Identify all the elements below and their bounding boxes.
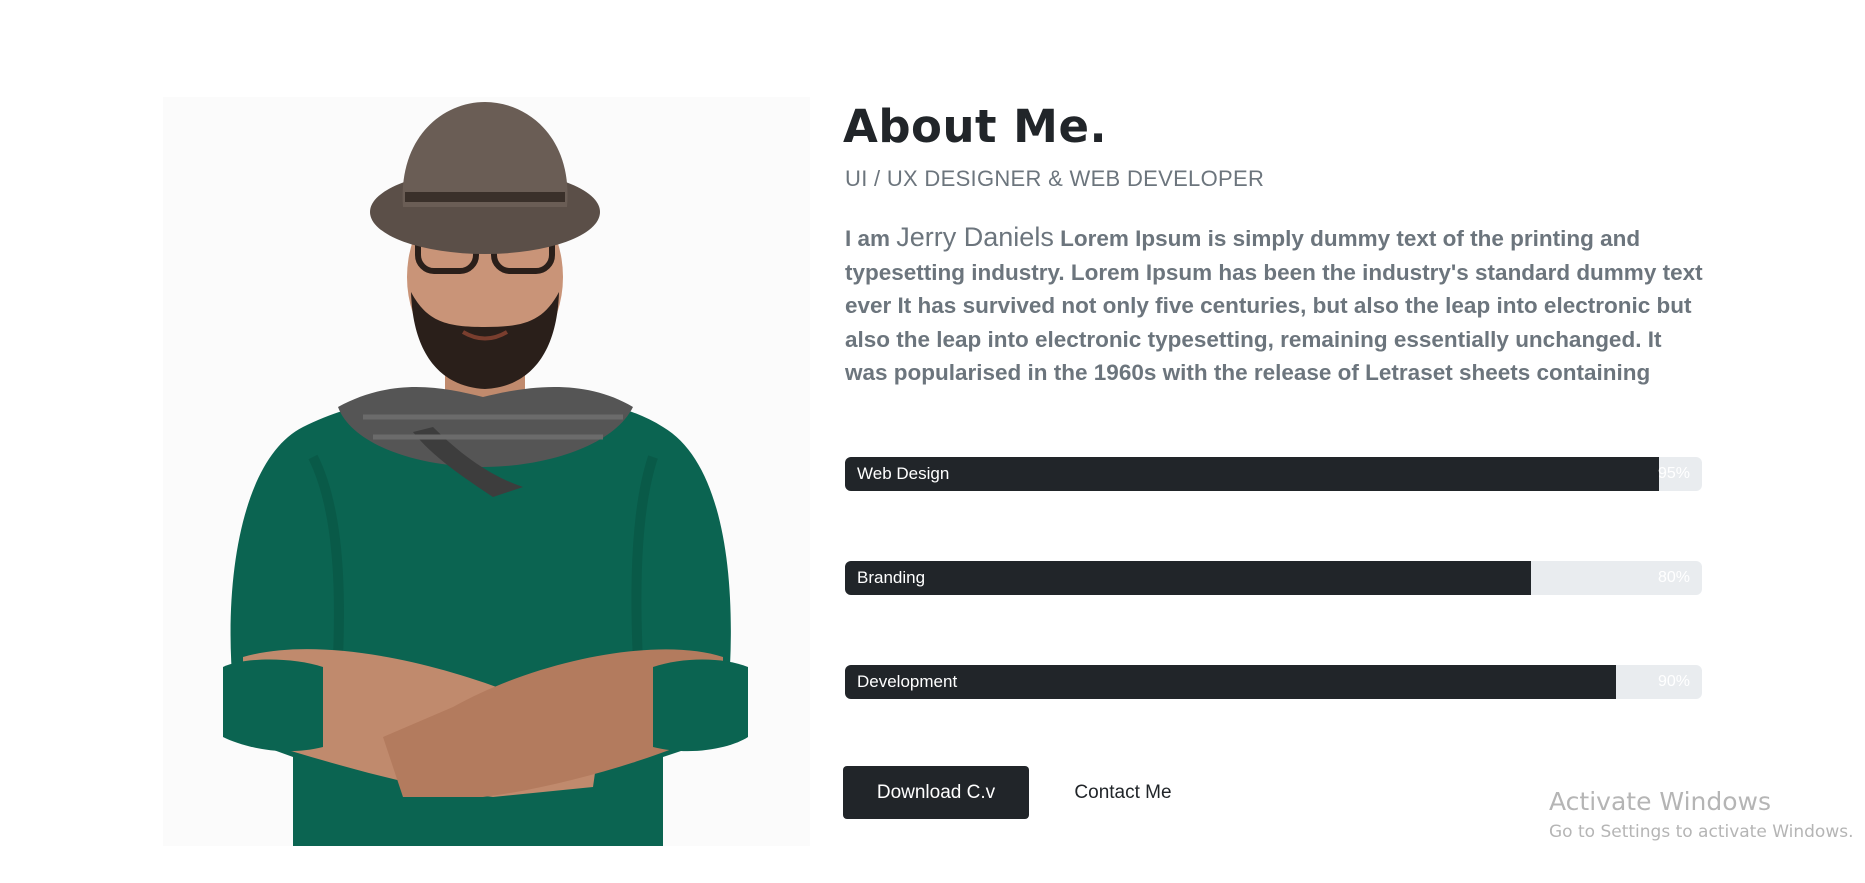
- profile-photo: [163, 97, 810, 846]
- activate-windows-title: Activate Windows: [1549, 787, 1771, 816]
- bio-paragraph: I am Jerry Daniels Lorem Ipsum is simply…: [845, 221, 1705, 390]
- skill-fill-development: [845, 665, 1617, 699]
- page-title: About Me.: [843, 100, 1108, 153]
- subtitle: UI / UX DESIGNER & WEB DEVELOPER: [845, 166, 1265, 191]
- download-cv-button[interactable]: Download C.v: [843, 766, 1029, 819]
- skill-bar-development: Development 90%: [845, 665, 1702, 699]
- man-with-hat-illustration: [223, 102, 748, 846]
- bio-prefix: I am: [845, 226, 897, 251]
- skill-percent: 80%: [1657, 569, 1690, 586]
- skill-bar-branding: Branding 80%: [845, 561, 1702, 595]
- bio-name: Jerry Daniels: [896, 222, 1054, 252]
- skill-label: Branding: [857, 568, 926, 587]
- skill-percent: 90%: [1657, 673, 1690, 690]
- skill-percent: 95%: [1657, 465, 1690, 482]
- skill-fill-web-design: [845, 457, 1660, 491]
- skill-label: Web Design: [857, 464, 950, 483]
- activate-windows-subtitle: Go to Settings to activate Windows.: [1549, 822, 1854, 842]
- skill-fill-branding: [845, 561, 1531, 595]
- skill-bar-web-design: Web Design 95%: [845, 457, 1702, 491]
- contact-me-button[interactable]: Contact Me: [1058, 766, 1188, 819]
- skill-label: Development: [857, 672, 958, 691]
